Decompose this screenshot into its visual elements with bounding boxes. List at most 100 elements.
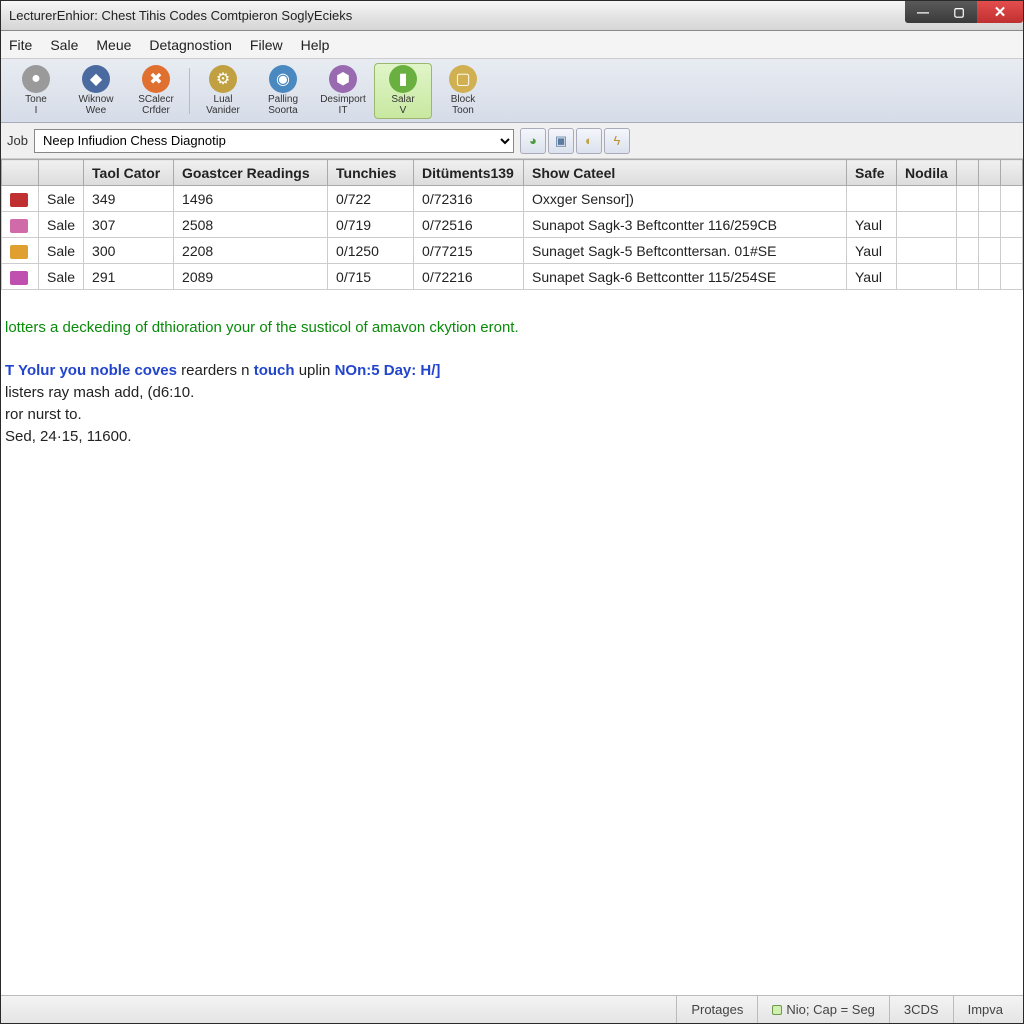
toolbar-separator (189, 68, 190, 114)
cell-extra (979, 212, 1001, 238)
cell-nodila (897, 238, 957, 264)
titlebar[interactable]: LecturerEnhior: Chest Tihis Codes Comtpi… (1, 1, 1023, 31)
col-icon[interactable] (2, 160, 39, 186)
cancel-icon: ✖ (142, 65, 170, 93)
cell-tunchies: 0/722 (328, 186, 414, 212)
col-extra2[interactable] (979, 160, 1001, 186)
tb-desimport[interactable]: ⬢Desimport IT (314, 63, 372, 119)
cell-show: Oxxger Sensor]) (524, 186, 847, 212)
col-safe[interactable]: Safe (847, 160, 897, 186)
col-extra3[interactable] (1001, 160, 1023, 186)
cell-goastcer: 2089 (174, 264, 328, 290)
statusbar: Protages Nio; Cap = Seg 3CDS Impva (1, 995, 1023, 1023)
status-indicator-icon (772, 1005, 782, 1015)
minimize-button[interactable]: — (905, 1, 941, 23)
cell-nodila (897, 264, 957, 290)
console-seg: NOn:5 Day: H/] (335, 362, 441, 379)
cell-taol: 291 (84, 264, 174, 290)
job-select[interactable]: Neep Infiudion Chess Diagnotip (34, 129, 514, 153)
console-line: ror nurst to. (5, 406, 82, 423)
col-goastcer[interactable]: Goastcer Readings (174, 160, 328, 186)
cell-extra (1001, 264, 1023, 290)
cell-sale: Sale (39, 264, 84, 290)
data-table: Taol Cator Goastcer Readings Tunchies Di… (1, 159, 1023, 290)
leaf-icon[interactable]: ◕ (520, 128, 546, 154)
tb-lual[interactable]: ⚙Lual Vanider (194, 63, 252, 119)
table-row[interactable]: Sale29120890/7150/72216Sunapet Sagk-6 Be… (2, 264, 1023, 290)
cell-icon (2, 212, 39, 238)
cell-nodila (897, 186, 957, 212)
sb-3cds[interactable]: 3CDS (889, 996, 953, 1023)
menu-detagnostion[interactable]: Detagnostion (149, 37, 232, 53)
table-header-row: Taol Cator Goastcer Readings Tunchies Di… (2, 160, 1023, 186)
layers-icon[interactable]: ▣ (548, 128, 574, 154)
hex-icon: ⬢ (329, 65, 357, 93)
menu-meue[interactable]: Meue (96, 37, 131, 53)
menu-filew[interactable]: Filew (250, 37, 283, 53)
cell-show: Sunapet Sagk-6 Bettcontter 115/254SE (524, 264, 847, 290)
col-sale[interactable] (39, 160, 84, 186)
folder-icon (10, 219, 28, 233)
folder-icon (10, 245, 28, 259)
cell-safe: Yaul (847, 238, 897, 264)
cell-taol: 307 (84, 212, 174, 238)
cell-extra (957, 212, 979, 238)
cell-dituments: 0/72516 (414, 212, 524, 238)
cell-dituments: 0/72216 (414, 264, 524, 290)
cell-dituments: 0/72316 (414, 186, 524, 212)
col-nodila[interactable]: Nodila (897, 160, 957, 186)
tb-salar[interactable]: ▮Salar V (374, 63, 432, 119)
tb-block[interactable]: ▢Block Toon (434, 63, 492, 119)
table-row[interactable]: Sale34914960/7220/72316Oxxger Sensor]) (2, 186, 1023, 212)
tb-palling[interactable]: ◉Palling Soorta (254, 63, 312, 119)
sb-protages[interactable]: Protages (676, 996, 757, 1023)
menubar: Fite Sale Meue Detagnostion Filew Help (1, 31, 1023, 59)
close-button[interactable]: ✕ (977, 1, 1023, 23)
tb-tone[interactable]: ●Tone I (7, 63, 65, 119)
col-taol[interactable]: Taol Cator (84, 160, 174, 186)
data-table-wrap: Taol Cator Goastcer Readings Tunchies Di… (1, 159, 1023, 290)
table-row[interactable]: Sale30022080/12500/77215Sunaget Sagk-5 B… (2, 238, 1023, 264)
filter-icon[interactable]: ◐ (576, 128, 602, 154)
console-seg: touch (254, 362, 299, 379)
cell-goastcer: 2208 (174, 238, 328, 264)
box-icon: ▢ (449, 65, 477, 93)
folder-icon (10, 271, 28, 285)
col-extra1[interactable] (957, 160, 979, 186)
menu-help[interactable]: Help (301, 37, 330, 53)
wrench-icon: ◆ (82, 65, 110, 93)
cell-tunchies: 0/1250 (328, 238, 414, 264)
cell-tunchies: 0/715 (328, 264, 414, 290)
tb-wiknow[interactable]: ◆Wiknow Wee (67, 63, 125, 119)
cell-sale: Sale (39, 186, 84, 212)
cell-tunchies: 0/719 (328, 212, 414, 238)
sb-niocap[interactable]: Nio; Cap = Seg (757, 996, 889, 1023)
cell-sale: Sale (39, 212, 84, 238)
cell-safe: Yaul (847, 264, 897, 290)
cell-taol: 300 (84, 238, 174, 264)
table-row[interactable]: Sale30725080/7190/72516Sunapot Sagk-3 Be… (2, 212, 1023, 238)
sb-impva[interactable]: Impva (953, 996, 1017, 1023)
menu-sale[interactable]: Sale (50, 37, 78, 53)
col-show[interactable]: Show Cateel (524, 160, 847, 186)
cell-show: Sunapot Sagk-3 Beftcontter 116/259CB (524, 212, 847, 238)
cell-extra (979, 238, 1001, 264)
cell-safe (847, 186, 897, 212)
menu-fite[interactable]: Fite (9, 37, 32, 53)
gear-icon: ⚙ (209, 65, 237, 93)
bolt-icon[interactable]: ϟ (604, 128, 630, 154)
cell-extra (1001, 238, 1023, 264)
folder-icon (10, 193, 28, 207)
cell-icon (2, 186, 39, 212)
console-seg: T Yolur you noble coves (5, 362, 181, 379)
cell-icon (2, 264, 39, 290)
cell-extra (979, 186, 1001, 212)
col-dituments[interactable]: Ditüments139 (414, 160, 524, 186)
maximize-button[interactable]: ▢ (941, 1, 977, 23)
tb-scalecr[interactable]: ✖SCalecr Crfder (127, 63, 185, 119)
shield-icon: ▮ (389, 65, 417, 93)
console-line: lotters a deckeding of dthioration your … (5, 319, 519, 336)
col-tunchies[interactable]: Tunchies (328, 160, 414, 186)
console-output: lotters a deckeding of dthioration your … (1, 290, 1023, 995)
cell-taol: 349 (84, 186, 174, 212)
